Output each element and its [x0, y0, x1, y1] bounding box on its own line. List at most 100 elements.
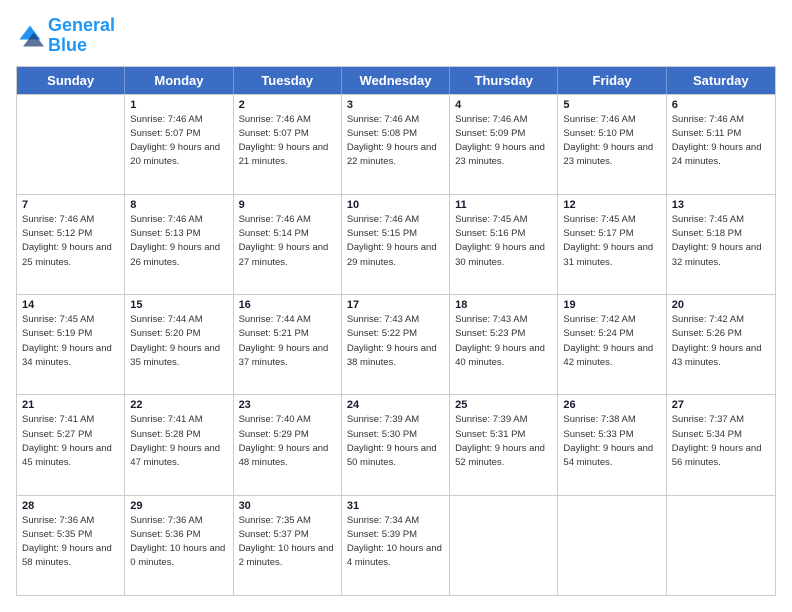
sunrise-text: Sunrise: 7:46 AM [672, 113, 770, 127]
sunset-text: Sunset: 5:13 PM [130, 227, 227, 241]
daylight-text: Daylight: 10 hours and 4 minutes. [347, 542, 444, 571]
calendar-cell: 8 Sunrise: 7:46 AM Sunset: 5:13 PM Dayli… [125, 195, 233, 294]
sunrise-text: Sunrise: 7:46 AM [22, 213, 119, 227]
sunrise-text: Sunrise: 7:41 AM [22, 413, 119, 427]
daylight-text: Daylight: 9 hours and 27 minutes. [239, 241, 336, 270]
day-number: 3 [347, 99, 444, 111]
day-number: 15 [130, 299, 227, 311]
daylight-text: Daylight: 9 hours and 40 minutes. [455, 342, 552, 371]
daylight-text: Daylight: 9 hours and 43 minutes. [672, 342, 770, 371]
calendar-cell: 17 Sunrise: 7:43 AM Sunset: 5:22 PM Dayl… [342, 295, 450, 394]
weekday-header: Thursday [450, 67, 558, 94]
sunset-text: Sunset: 5:37 PM [239, 528, 336, 542]
weekday-header: Friday [558, 67, 666, 94]
weekday-header: Saturday [667, 67, 775, 94]
sunrise-text: Sunrise: 7:43 AM [455, 313, 552, 327]
day-number: 17 [347, 299, 444, 311]
daylight-text: Daylight: 9 hours and 23 minutes. [563, 141, 660, 170]
logo-text: General Blue [48, 16, 115, 56]
sunrise-text: Sunrise: 7:41 AM [130, 413, 227, 427]
calendar-cell: 18 Sunrise: 7:43 AM Sunset: 5:23 PM Dayl… [450, 295, 558, 394]
calendar-cell: 3 Sunrise: 7:46 AM Sunset: 5:08 PM Dayli… [342, 95, 450, 194]
weekday-header: Monday [125, 67, 233, 94]
calendar-cell: 19 Sunrise: 7:42 AM Sunset: 5:24 PM Dayl… [558, 295, 666, 394]
daylight-text: Daylight: 9 hours and 24 minutes. [672, 141, 770, 170]
sunset-text: Sunset: 5:19 PM [22, 327, 119, 341]
calendar-cell: 24 Sunrise: 7:39 AM Sunset: 5:30 PM Dayl… [342, 395, 450, 494]
sunrise-text: Sunrise: 7:46 AM [455, 113, 552, 127]
calendar-cell [17, 95, 125, 194]
daylight-text: Daylight: 9 hours and 56 minutes. [672, 442, 770, 471]
sunrise-text: Sunrise: 7:44 AM [239, 313, 336, 327]
daylight-text: Daylight: 9 hours and 50 minutes. [347, 442, 444, 471]
sunset-text: Sunset: 5:16 PM [455, 227, 552, 241]
sunset-text: Sunset: 5:08 PM [347, 127, 444, 141]
daylight-text: Daylight: 9 hours and 30 minutes. [455, 241, 552, 270]
day-number: 26 [563, 399, 660, 411]
sunrise-text: Sunrise: 7:46 AM [563, 113, 660, 127]
day-number: 29 [130, 500, 227, 512]
calendar-cell: 28 Sunrise: 7:36 AM Sunset: 5:35 PM Dayl… [17, 496, 125, 595]
daylight-text: Daylight: 9 hours and 37 minutes. [239, 342, 336, 371]
calendar-cell: 22 Sunrise: 7:41 AM Sunset: 5:28 PM Dayl… [125, 395, 233, 494]
calendar-cell: 13 Sunrise: 7:45 AM Sunset: 5:18 PM Dayl… [667, 195, 775, 294]
day-number: 10 [347, 199, 444, 211]
day-number: 18 [455, 299, 552, 311]
day-number: 24 [347, 399, 444, 411]
sunset-text: Sunset: 5:17 PM [563, 227, 660, 241]
daylight-text: Daylight: 9 hours and 54 minutes. [563, 442, 660, 471]
calendar-cell [450, 496, 558, 595]
day-number: 12 [563, 199, 660, 211]
day-number: 27 [672, 399, 770, 411]
calendar-cell: 27 Sunrise: 7:37 AM Sunset: 5:34 PM Dayl… [667, 395, 775, 494]
calendar-cell: 11 Sunrise: 7:45 AM Sunset: 5:16 PM Dayl… [450, 195, 558, 294]
sunrise-text: Sunrise: 7:45 AM [563, 213, 660, 227]
sunset-text: Sunset: 5:26 PM [672, 327, 770, 341]
day-number: 21 [22, 399, 119, 411]
calendar-cell: 29 Sunrise: 7:36 AM Sunset: 5:36 PM Dayl… [125, 496, 233, 595]
sunrise-text: Sunrise: 7:46 AM [130, 113, 227, 127]
weekday-header: Wednesday [342, 67, 450, 94]
sunset-text: Sunset: 5:07 PM [130, 127, 227, 141]
sunset-text: Sunset: 5:34 PM [672, 428, 770, 442]
calendar-cell: 4 Sunrise: 7:46 AM Sunset: 5:09 PM Dayli… [450, 95, 558, 194]
sunset-text: Sunset: 5:12 PM [22, 227, 119, 241]
sunrise-text: Sunrise: 7:46 AM [347, 213, 444, 227]
calendar-cell: 30 Sunrise: 7:35 AM Sunset: 5:37 PM Dayl… [234, 496, 342, 595]
daylight-text: Daylight: 9 hours and 48 minutes. [239, 442, 336, 471]
daylight-text: Daylight: 9 hours and 45 minutes. [22, 442, 119, 471]
logo-icon [16, 22, 44, 50]
sunrise-text: Sunrise: 7:37 AM [672, 413, 770, 427]
sunset-text: Sunset: 5:36 PM [130, 528, 227, 542]
day-number: 28 [22, 500, 119, 512]
sunrise-text: Sunrise: 7:39 AM [455, 413, 552, 427]
calendar-cell: 25 Sunrise: 7:39 AM Sunset: 5:31 PM Dayl… [450, 395, 558, 494]
sunrise-text: Sunrise: 7:40 AM [239, 413, 336, 427]
calendar-cell: 1 Sunrise: 7:46 AM Sunset: 5:07 PM Dayli… [125, 95, 233, 194]
sunset-text: Sunset: 5:11 PM [672, 127, 770, 141]
sunrise-text: Sunrise: 7:43 AM [347, 313, 444, 327]
day-number: 2 [239, 99, 336, 111]
daylight-text: Daylight: 9 hours and 47 minutes. [130, 442, 227, 471]
sunset-text: Sunset: 5:24 PM [563, 327, 660, 341]
sunrise-text: Sunrise: 7:36 AM [22, 514, 119, 528]
sunrise-text: Sunrise: 7:35 AM [239, 514, 336, 528]
day-number: 19 [563, 299, 660, 311]
calendar-row: 28 Sunrise: 7:36 AM Sunset: 5:35 PM Dayl… [17, 495, 775, 595]
sunset-text: Sunset: 5:21 PM [239, 327, 336, 341]
sunset-text: Sunset: 5:07 PM [239, 127, 336, 141]
daylight-text: Daylight: 9 hours and 58 minutes. [22, 542, 119, 571]
day-number: 25 [455, 399, 552, 411]
sunrise-text: Sunrise: 7:46 AM [239, 213, 336, 227]
sunset-text: Sunset: 5:10 PM [563, 127, 660, 141]
day-number: 14 [22, 299, 119, 311]
day-number: 11 [455, 199, 552, 211]
day-number: 23 [239, 399, 336, 411]
sunset-text: Sunset: 5:28 PM [130, 428, 227, 442]
calendar-cell: 31 Sunrise: 7:34 AM Sunset: 5:39 PM Dayl… [342, 496, 450, 595]
page: General Blue SundayMondayTuesdayWednesda… [0, 0, 792, 612]
sunrise-text: Sunrise: 7:45 AM [22, 313, 119, 327]
daylight-text: Daylight: 9 hours and 26 minutes. [130, 241, 227, 270]
sunset-text: Sunset: 5:14 PM [239, 227, 336, 241]
day-number: 13 [672, 199, 770, 211]
